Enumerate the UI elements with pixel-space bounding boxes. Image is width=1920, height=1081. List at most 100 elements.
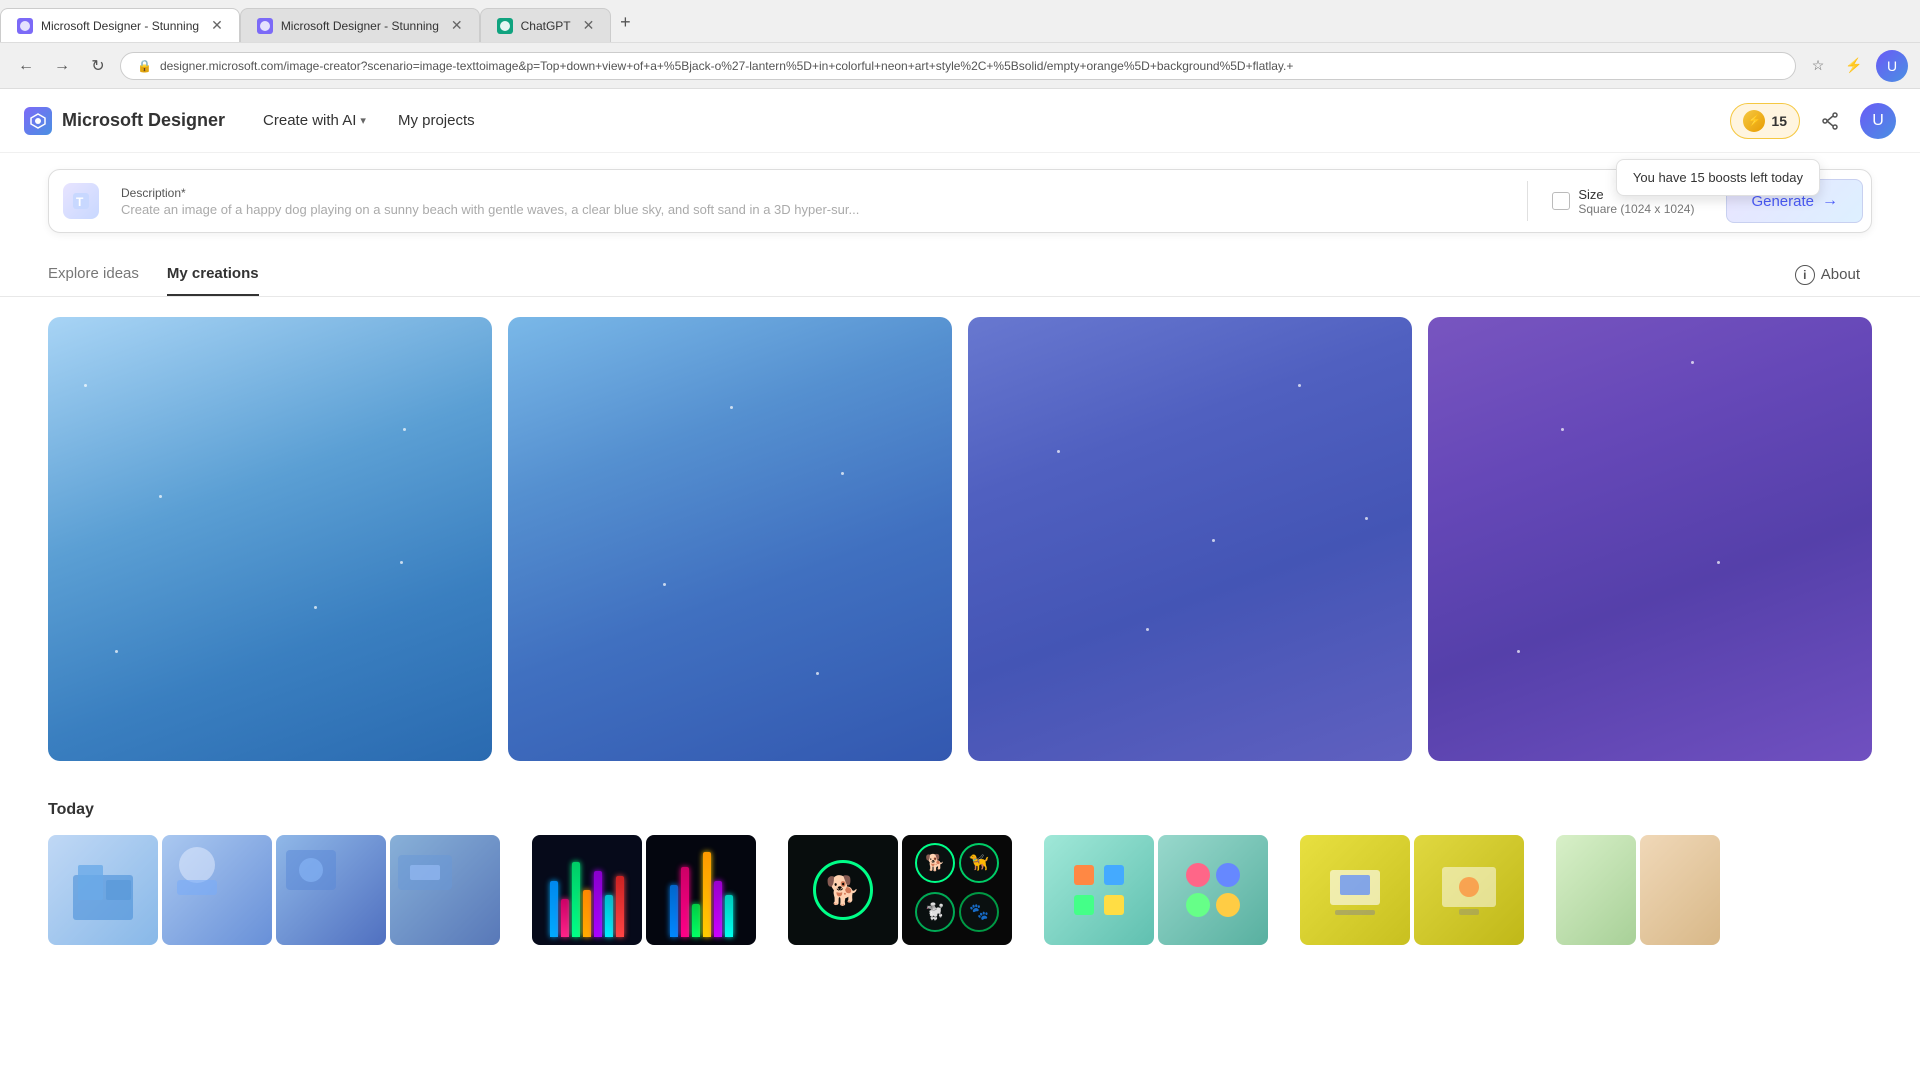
thumb-colorful-2[interactable] (1158, 835, 1268, 945)
sparkle (730, 406, 733, 409)
sparkle (1212, 539, 1215, 542)
neon-thumb-group (532, 835, 756, 945)
loading-card-4[interactable] (1428, 317, 1872, 761)
today-grid: 🐕 🐕 🦮 🐩 🐾 (48, 835, 1872, 945)
tab-close-3[interactable]: ✕ (583, 17, 595, 34)
generate-arrow-icon: → (1822, 192, 1838, 210)
thumb-tech-1[interactable] (1300, 835, 1410, 945)
thumb-colorful-1[interactable] (1044, 835, 1154, 945)
create-with-ai-nav[interactable]: Create with AI ▾ (249, 104, 380, 137)
address-bar: ← → ↻ 🔒 designer.microsoft.com/image-cre… (0, 42, 1920, 88)
boost-badge[interactable]: ⚡ 15 (1730, 103, 1800, 139)
my-projects-nav[interactable]: My projects (384, 104, 489, 137)
thumb-gap-3 (1020, 835, 1036, 945)
description-bar: T Description* Create an image of a happ… (48, 169, 1872, 233)
description-input-area[interactable]: Description* Create an image of a happy … (113, 186, 1527, 217)
today-section: Today (0, 781, 1920, 965)
sparkle (1146, 628, 1149, 631)
thumb-office-1[interactable] (48, 835, 158, 945)
tab-explore-ideas[interactable]: Explore ideas (48, 253, 139, 296)
share-icon-button[interactable] (1812, 103, 1848, 139)
brand-name: Microsoft Designer (62, 110, 225, 131)
desc-icon-inner: T (63, 183, 99, 219)
brand: Microsoft Designer (24, 107, 225, 135)
sparkle (159, 495, 162, 498)
sparkle (1691, 361, 1694, 364)
tab-close-1[interactable]: ✕ (211, 17, 223, 34)
dog-icon-2b: 🦮 (959, 843, 999, 883)
tab-2[interactable]: Microsoft Designer - Stunning ✕ (240, 8, 480, 42)
desc-placeholder-text: Create an image of a happy dog playing o… (121, 202, 1519, 217)
create-ai-chevron: ▾ (360, 114, 366, 127)
my-projects-label: My projects (398, 112, 475, 129)
loading-section (0, 297, 1920, 781)
sparkle (115, 650, 118, 653)
sparkle (314, 606, 317, 609)
size-checkbox[interactable] (1552, 192, 1570, 210)
colorful-thumb-group (1044, 835, 1268, 945)
app-content: Microsoft Designer Create with AI ▾ My p… (0, 89, 1920, 1081)
content-tabs: Explore ideas My creations i About (0, 249, 1920, 297)
thumb-tech-2[interactable] (1414, 835, 1524, 945)
tech-thumb-group (1300, 835, 1524, 945)
sparkle (841, 472, 844, 475)
thumb-office-4[interactable] (390, 835, 500, 945)
nav-items: Create with AI ▾ My projects (249, 104, 489, 137)
sparkle (816, 672, 819, 675)
sparkle (84, 384, 87, 387)
bookmark-icon[interactable]: ☆ (1804, 52, 1832, 80)
back-button[interactable]: ← (12, 52, 40, 80)
thumb-dog-1[interactable]: 🐕 (788, 835, 898, 945)
thumb-gap-1 (508, 835, 524, 945)
thumb-gap-5 (1532, 835, 1548, 945)
about-button[interactable]: i About (1783, 257, 1872, 293)
sparkle (1365, 517, 1368, 520)
desc-label: Description* (121, 186, 1519, 200)
my-creations-label: My creations (167, 265, 259, 282)
boost-tooltip-text: You have 15 boosts left today (1633, 170, 1803, 185)
extra-thumb-group (1556, 835, 1720, 945)
tab-title-3: ChatGPT (521, 19, 571, 33)
loading-card-2[interactable] (508, 317, 952, 761)
tab-close-2[interactable]: ✕ (451, 17, 463, 34)
today-label: Today (48, 801, 1872, 819)
tab-favicon-1 (17, 18, 33, 34)
url-bar[interactable]: 🔒 designer.microsoft.com/image-creator?s… (120, 52, 1796, 80)
sparkle (663, 583, 666, 586)
thumb-extra-1[interactable] (1556, 835, 1636, 945)
tab-favicon-3 (497, 18, 513, 34)
desc-icon-area: T (49, 183, 113, 219)
browser-profile[interactable]: U (1876, 50, 1908, 82)
browser-chrome: Microsoft Designer - Stunning ✕ Microsof… (0, 0, 1920, 89)
reload-button[interactable]: ↻ (84, 52, 112, 80)
svg-text:T: T (76, 195, 84, 209)
dog-thumb-group: 🐕 🐕 🦮 🐩 🐾 (788, 835, 1012, 945)
about-label: About (1821, 266, 1860, 283)
loading-card-1[interactable] (48, 317, 492, 761)
thumb-neon-2[interactable] (646, 835, 756, 945)
sparkle (403, 428, 406, 431)
new-tab-button[interactable]: + (611, 8, 639, 36)
thumb-extra-2[interactable] (1640, 835, 1720, 945)
neon-chart-2 (646, 835, 756, 945)
sparkle (1561, 428, 1564, 431)
thumb-office-2[interactable] (162, 835, 272, 945)
tabs-bar: Microsoft Designer - Stunning ✕ Microsof… (0, 0, 1920, 42)
thumb-dog-2[interactable]: 🐕 🦮 🐩 🐾 (902, 835, 1012, 945)
loading-card-3[interactable] (968, 317, 1412, 761)
thumb-gap-2 (764, 835, 780, 945)
thumb-neon-1[interactable] (532, 835, 642, 945)
tab-1[interactable]: Microsoft Designer - Stunning ✕ (0, 8, 240, 42)
tab-my-creations[interactable]: My creations (167, 253, 259, 296)
neon-chart-1 (532, 835, 642, 945)
thumb-gap-4 (1276, 835, 1292, 945)
explore-label: Explore ideas (48, 265, 139, 282)
dog-icon-2d: 🐾 (959, 892, 999, 932)
forward-button[interactable]: → (48, 52, 76, 80)
extensions-icon[interactable]: ⚡ (1840, 52, 1868, 80)
user-avatar[interactable]: U (1860, 103, 1896, 139)
tab-3[interactable]: ChatGPT ✕ (480, 8, 612, 42)
boost-tooltip: You have 15 boosts left today (1616, 159, 1820, 196)
sparkle (1517, 650, 1520, 653)
thumb-office-3[interactable] (276, 835, 386, 945)
